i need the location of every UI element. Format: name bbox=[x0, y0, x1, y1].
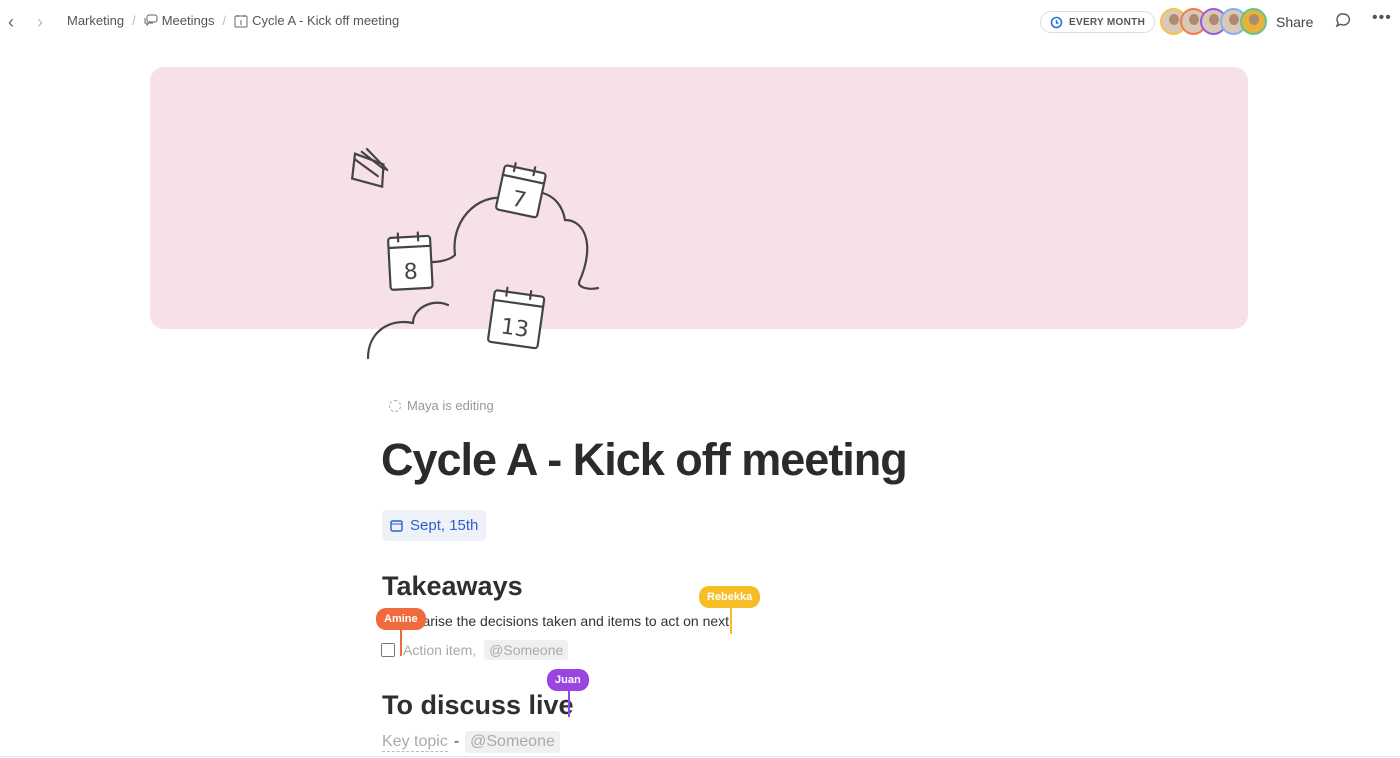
date-label: Sept, 15th bbox=[410, 517, 479, 534]
cursor-label: Rebekka bbox=[699, 586, 761, 608]
recurrence-label: EVERY MONTH bbox=[1069, 16, 1146, 28]
separator: / bbox=[132, 13, 136, 28]
more-options-icon[interactable]: ••• bbox=[1372, 9, 1392, 27]
recurring-clock-icon bbox=[1050, 16, 1063, 28]
takeaways-text[interactable]: Summarise the decisions taken and items … bbox=[382, 613, 729, 629]
discuss-heading[interactable]: To discuss live bbox=[382, 690, 574, 721]
key-topic[interactable]: Key topic bbox=[382, 733, 448, 752]
back-icon[interactable]: ‹ bbox=[8, 12, 14, 33]
breadcrumb-meetings[interactable]: Meetings bbox=[144, 13, 215, 28]
calendar-number: 13 bbox=[499, 314, 530, 343]
cursor-caret bbox=[568, 691, 570, 717]
dash: - bbox=[453, 733, 460, 750]
takeaways-heading[interactable]: Takeaways bbox=[382, 571, 523, 602]
editing-status: Maya is editing bbox=[389, 398, 494, 413]
action-item: Action item, @Someone bbox=[381, 640, 569, 660]
calendar-icon bbox=[234, 14, 248, 27]
chat-bubbles-icon bbox=[144, 14, 158, 27]
separator: / bbox=[222, 13, 227, 28]
top-bar: ‹ › Marketing / Meetings / Cycle A - Kic… bbox=[0, 0, 1400, 44]
calendar-icon bbox=[390, 520, 403, 532]
action-placeholder[interactable]: Action item, bbox=[403, 642, 476, 658]
cursor-caret bbox=[400, 630, 402, 656]
crumb-label: Cycle A - Kick off meeting bbox=[252, 13, 400, 28]
divider bbox=[0, 756, 1400, 757]
calendar-number: 8 bbox=[403, 260, 418, 286]
cursor-juan: Juan bbox=[547, 669, 589, 717]
spinner-icon bbox=[389, 399, 401, 412]
breadcrumb: Marketing / Meetings / Cycle A - Kick of… bbox=[67, 13, 399, 28]
cursor-label: Juan bbox=[547, 669, 589, 691]
cursor-caret bbox=[730, 608, 732, 634]
cursor-label: Amine bbox=[376, 608, 426, 630]
crumb-label: Marketing bbox=[67, 13, 125, 28]
page-title[interactable]: Cycle A - Kick off meeting bbox=[381, 434, 908, 486]
avatar[interactable] bbox=[1240, 8, 1267, 35]
date-chip[interactable]: Sept, 15th bbox=[382, 510, 487, 541]
cursor-amine: Amine bbox=[376, 608, 426, 656]
mention-chip[interactable]: @Someone bbox=[484, 640, 569, 660]
share-button[interactable]: Share bbox=[1276, 14, 1313, 30]
calendar-cloud-illustration: 7 8 13 bbox=[350, 147, 600, 360]
crumb-label: Meetings bbox=[161, 13, 215, 28]
forward-icon[interactable]: › bbox=[37, 12, 43, 33]
checkbox[interactable] bbox=[381, 643, 395, 657]
breadcrumb-current[interactable]: Cycle A - Kick off meeting bbox=[234, 13, 399, 28]
recurrence-badge[interactable]: EVERY MONTH bbox=[1040, 11, 1156, 33]
key-topic-row: Key topic - @Someone bbox=[382, 731, 560, 753]
breadcrumb-marketing[interactable]: Marketing bbox=[67, 13, 124, 28]
comment-icon[interactable] bbox=[1335, 12, 1352, 29]
cursor-rebekka: Rebekka bbox=[699, 586, 761, 634]
editing-label: Maya is editing bbox=[407, 398, 494, 413]
collaborator-avatars[interactable] bbox=[1160, 8, 1267, 35]
mention-chip[interactable]: @Someone bbox=[465, 731, 560, 753]
cover-banner bbox=[150, 67, 1248, 329]
